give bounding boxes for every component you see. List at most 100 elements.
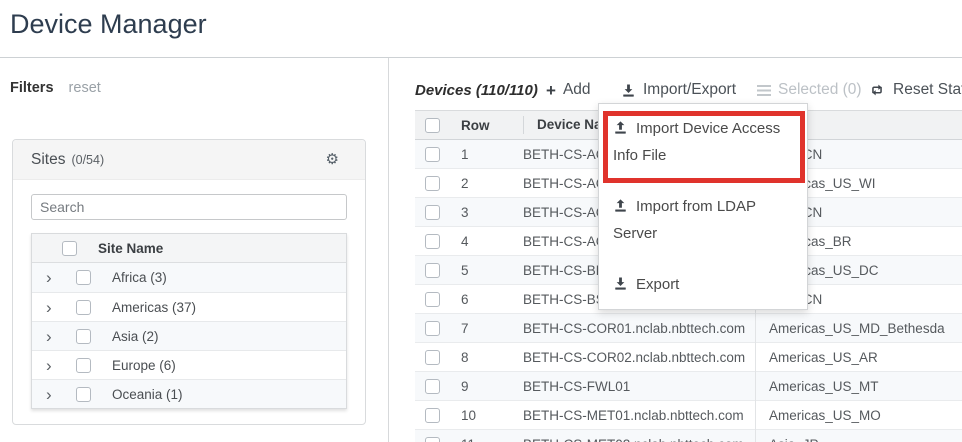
expand-chevron-icon[interactable]: ›	[46, 357, 76, 374]
site-row-europe[interactable]: › Europe (6)	[32, 350, 346, 379]
menu-item-import-ldap[interactable]: Import from LDAP Server	[599, 193, 807, 247]
device-site: Americas_US_MD_Bethesda	[755, 314, 962, 343]
site-label: Asia (2)	[112, 329, 346, 344]
expand-chevron-icon[interactable]: ›	[46, 299, 76, 316]
upload-icon	[613, 120, 628, 135]
site-label: Oceania (1)	[112, 387, 346, 402]
site-checkbox[interactable]	[76, 300, 91, 315]
device-checkbox[interactable]	[425, 234, 440, 249]
device-site: Asia_JP	[755, 430, 962, 442]
reset-status-button[interactable]: Reset Stati	[868, 81, 962, 99]
row-column-header[interactable]: Row	[461, 118, 523, 133]
device-checkbox[interactable]	[425, 205, 440, 220]
menu-item-label: Import from LDAP Server	[613, 198, 756, 242]
device-name: BETH-CS-MET01.nclab.nbttech.com	[523, 408, 755, 423]
sites-panel: Sites (0/54) ⚙ Site Name › Africa (3) › …	[12, 139, 366, 425]
panel-divider	[388, 58, 389, 442]
header-divider	[0, 57, 962, 58]
device-checkbox[interactable]	[425, 408, 440, 423]
row-number: 10	[461, 408, 523, 423]
select-all-sites-checkbox[interactable]	[62, 241, 77, 256]
selected-label: Selected (0)	[778, 81, 862, 99]
device-name: BETH-CS-COR01.nclab.nbttech.com	[523, 321, 755, 336]
row-number: 11	[461, 437, 523, 442]
devices-title: Devices (110/110)	[415, 82, 538, 99]
device-site: Americas_US_AR	[755, 343, 962, 372]
import-export-button[interactable]: Import/Export	[621, 81, 736, 99]
menu-item-label: Export	[636, 276, 679, 293]
menu-item-label: Import Device Access Info File	[613, 120, 780, 164]
site-checkbox[interactable]	[76, 270, 91, 285]
sites-panel-header: Sites (0/54) ⚙	[13, 140, 365, 180]
site-label: Americas (37)	[112, 300, 346, 315]
upload-icon	[613, 198, 628, 213]
filters-reset-link[interactable]: reset	[69, 80, 101, 96]
site-search-input[interactable]	[31, 194, 347, 220]
site-row-americas[interactable]: › Americas (37)	[32, 292, 346, 321]
import-export-label: Import/Export	[643, 81, 736, 99]
sites-table-header: Site Name	[32, 234, 346, 263]
row-number: 4	[461, 234, 523, 249]
device-checkbox[interactable]	[425, 321, 440, 336]
device-manager-page: { "page": { "title": "Device Manager" },…	[0, 0, 962, 442]
sites-table: Site Name › Africa (3) › Americas (37) ›…	[31, 233, 347, 409]
site-row-asia[interactable]: › Asia (2)	[32, 321, 346, 350]
gear-icon[interactable]: ⚙	[326, 152, 339, 167]
filters-bar: Filters reset	[10, 80, 101, 96]
device-checkbox[interactable]	[425, 350, 440, 365]
row-number: 6	[461, 292, 523, 307]
device-row: 9 BETH-CS-FWL01 Americas_US_MT	[415, 372, 962, 401]
import-export-dropdown: Import Device Access Info File Import fr…	[598, 103, 808, 310]
row-number: 3	[461, 205, 523, 220]
site-label: Europe (6)	[112, 358, 346, 373]
menu-item-export[interactable]: Export	[599, 271, 807, 298]
device-row: 11 BETH-CS-MET02.nclab.nbttech.com Asia_…	[415, 430, 962, 442]
device-checkbox[interactable]	[425, 379, 440, 394]
device-site: Americas_US_MO	[755, 401, 962, 430]
row-number: 7	[461, 321, 523, 336]
site-label: Africa (3)	[112, 270, 346, 285]
select-all-devices-checkbox[interactable]	[425, 118, 440, 133]
device-row: 7 BETH-CS-COR01.nclab.nbttech.com Americ…	[415, 314, 962, 343]
expand-chevron-icon[interactable]: ›	[46, 386, 76, 403]
site-checkbox[interactable]	[76, 329, 91, 344]
expand-chevron-icon[interactable]: ›	[46, 328, 76, 345]
plus-icon: +	[546, 82, 556, 99]
filters-label: Filters	[10, 80, 54, 96]
device-checkbox[interactable]	[425, 147, 440, 162]
row-number: 8	[461, 350, 523, 365]
device-checkbox[interactable]	[425, 263, 440, 278]
sites-title: Sites	[31, 151, 65, 169]
site-row-oceania[interactable]: › Oceania (1)	[32, 379, 346, 408]
site-checkbox[interactable]	[76, 387, 91, 402]
device-name: BETH-CS-MET02.nclab.nbttech.com	[523, 437, 755, 442]
page-title: Device Manager	[10, 9, 207, 40]
add-button[interactable]: + Add	[546, 81, 591, 99]
reset-status-label: Reset Stati	[893, 81, 962, 99]
hamburger-icon	[757, 84, 771, 97]
site-checkbox[interactable]	[76, 358, 91, 373]
device-checkbox[interactable]	[425, 437, 440, 442]
device-name: BETH-CS-COR02.nclab.nbttech.com	[523, 350, 755, 365]
device-site: Americas_US_MT	[755, 372, 962, 401]
device-row: 8 BETH-CS-COR02.nclab.nbttech.com Americ…	[415, 343, 962, 372]
sites-panel-body: Site Name › Africa (3) › Americas (37) ›…	[13, 180, 365, 409]
device-name: BETH-CS-FWL01	[523, 379, 755, 394]
device-row: 10 BETH-CS-MET01.nclab.nbttech.com Ameri…	[415, 401, 962, 430]
row-number: 5	[461, 263, 523, 278]
row-number: 9	[461, 379, 523, 394]
site-name-column-header[interactable]: Site Name	[98, 241, 346, 256]
row-number: 1	[461, 147, 523, 162]
download-icon	[621, 83, 636, 98]
selected-button: Selected (0)	[757, 81, 862, 99]
sites-count: (0/54)	[71, 153, 104, 167]
retweet-icon	[868, 83, 886, 97]
device-checkbox[interactable]	[425, 292, 440, 307]
device-checkbox[interactable]	[425, 176, 440, 191]
row-number: 2	[461, 176, 523, 191]
expand-chevron-icon[interactable]: ›	[46, 269, 76, 286]
add-label: Add	[563, 81, 591, 99]
site-row-africa[interactable]: › Africa (3)	[32, 263, 346, 292]
download-icon	[613, 276, 628, 291]
menu-item-import-device-access[interactable]: Import Device Access Info File	[599, 115, 807, 169]
